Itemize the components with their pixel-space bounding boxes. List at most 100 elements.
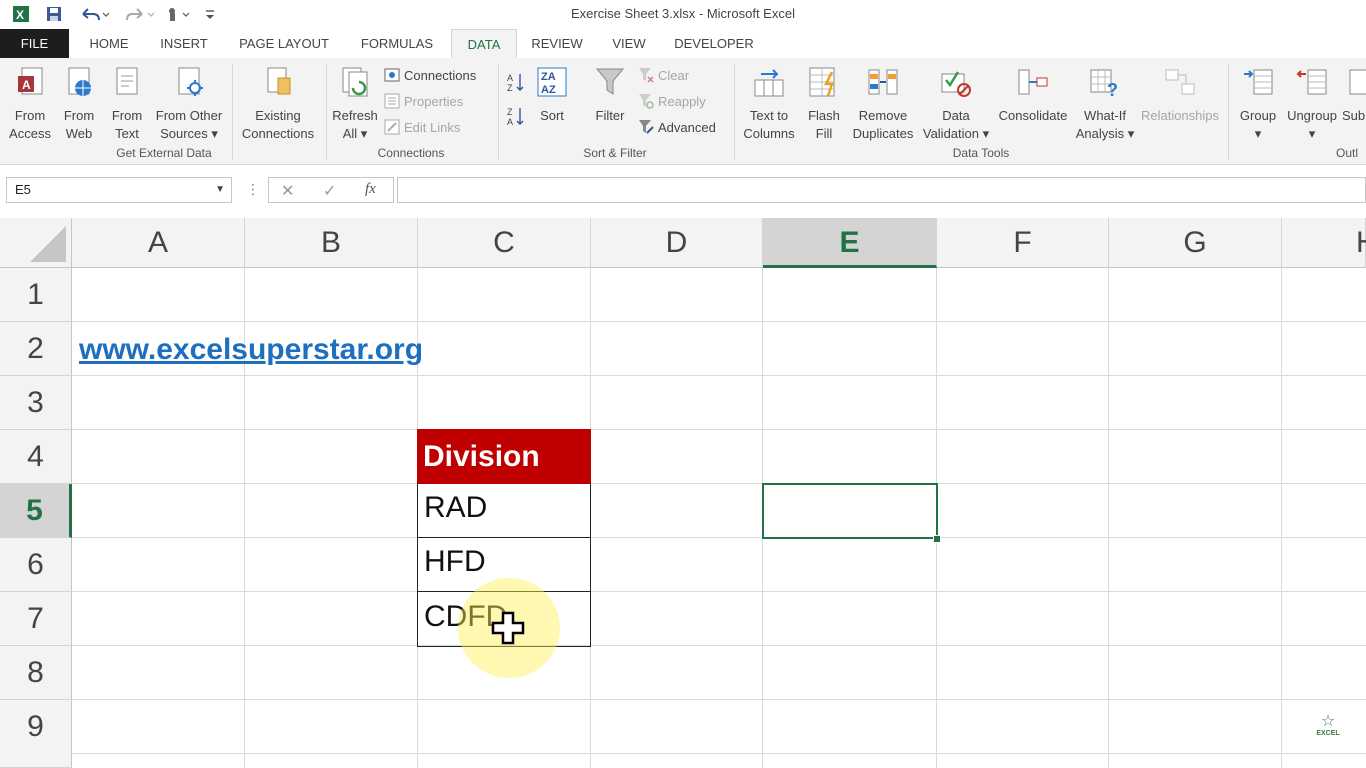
cell-c5[interactable]: RAD: [417, 483, 591, 538]
cell-a2-hyperlink[interactable]: www.excelsuperstar.org: [73, 322, 423, 375]
edit-links-button[interactable]: Edit Links: [384, 117, 460, 137]
ungroup-button[interactable]: Ungroup ▾: [1284, 66, 1340, 143]
svg-text:Z: Z: [507, 107, 513, 117]
ribbon-separator: [734, 64, 735, 160]
tab-insert[interactable]: INSERT: [150, 29, 218, 58]
advanced-filter-button[interactable]: Advanced: [638, 117, 716, 137]
column-header-g[interactable]: G: [1109, 218, 1282, 268]
gridline: [72, 375, 1366, 376]
column-header-h[interactable]: H: [1282, 218, 1366, 268]
remove-duplicates-icon: [868, 69, 898, 95]
column-header-a[interactable]: A: [72, 218, 245, 268]
subtotal-button[interactable]: Sub: [1342, 66, 1366, 125]
column-header-c[interactable]: C: [418, 218, 591, 268]
insert-function-icon[interactable]: fx: [365, 181, 376, 198]
formula-input[interactable]: [397, 177, 1366, 203]
fill-handle[interactable]: [933, 535, 941, 543]
sort-a-to-z-button[interactable]: AZ: [506, 72, 526, 93]
tab-developer[interactable]: DEVELOPER: [666, 29, 762, 58]
from-access-button[interactable]: A From Access: [6, 66, 54, 143]
enter-check-icon[interactable]: ✓: [323, 181, 336, 201]
reapply-filter-button[interactable]: Reapply: [638, 91, 706, 111]
gridline: [72, 645, 1366, 646]
svg-text:A: A: [507, 73, 513, 83]
advanced-filter-icon: [639, 120, 654, 134]
data-validation-icon: [941, 71, 971, 97]
what-if-icon: ?: [1090, 69, 1118, 100]
ribbon-separator: [1228, 64, 1229, 160]
ribbon-tabs: FILE HOME INSERT PAGE LAYOUT FORMULAS DA…: [0, 29, 1366, 60]
row-header-5[interactable]: 5: [0, 484, 72, 538]
data-validation-button[interactable]: Data Validation ▾: [920, 66, 992, 143]
sort-z-to-a-button[interactable]: ZA: [506, 106, 526, 127]
selected-cell-e5[interactable]: [762, 483, 938, 539]
connections-button[interactable]: Connections: [384, 65, 476, 85]
row-header-7[interactable]: 7: [0, 592, 72, 646]
gridline: [72, 591, 1366, 592]
what-if-analysis-button[interactable]: ? What-If Analysis ▾: [1072, 66, 1138, 143]
window-title: Exercise Sheet 3.xlsx - Microsoft Excel: [571, 6, 795, 21]
tab-view[interactable]: VIEW: [602, 29, 656, 58]
tab-data[interactable]: DATA: [451, 29, 517, 60]
clear-filter-button[interactable]: Clear: [638, 65, 689, 85]
gridline: [1108, 268, 1109, 768]
row-header-8[interactable]: 8: [0, 646, 72, 700]
column-header-e[interactable]: E: [763, 218, 937, 268]
relationships-icon: [1165, 69, 1195, 95]
properties-icon: [384, 93, 400, 109]
formula-buttons: ✕ ✓ fx: [268, 177, 394, 203]
sort-icon: ZAAZ: [537, 67, 567, 97]
row-header-1[interactable]: 1: [0, 268, 72, 322]
cell-c4-header[interactable]: Division: [417, 429, 591, 484]
ribbon: A From Access From Web From Text From Ot…: [0, 58, 1366, 165]
svg-text:A: A: [507, 117, 513, 127]
group-button[interactable]: Group ▾: [1234, 66, 1282, 143]
tab-review[interactable]: REVIEW: [524, 29, 590, 58]
group-label-data-tools: Data Tools: [952, 146, 1010, 160]
from-text-button[interactable]: From Text: [104, 66, 150, 143]
tab-home[interactable]: HOME: [76, 29, 142, 58]
svg-text:Z: Z: [507, 83, 513, 93]
column-header-f[interactable]: F: [937, 218, 1109, 268]
row-header-2[interactable]: 2: [0, 322, 72, 376]
group-label-outline: Outl: [1336, 146, 1359, 160]
tab-formulas[interactable]: FORMULAS: [350, 29, 444, 58]
remove-duplicates-button[interactable]: Remove Duplicates: [848, 66, 918, 143]
row-header-4[interactable]: 4: [0, 430, 72, 484]
column-header-b[interactable]: B: [245, 218, 418, 268]
refresh-all-button[interactable]: Refresh All ▾: [330, 66, 380, 143]
formula-bar: E5 ▼ ⋮ ✕ ✓ fx: [0, 165, 1366, 217]
group-label-get-external-data: Get External Data: [116, 146, 212, 160]
edit-links-icon: [384, 119, 400, 135]
column-header-d[interactable]: D: [591, 218, 763, 268]
excel-superstar-logo: ☆ EXCEL: [1308, 714, 1348, 738]
tab-file[interactable]: FILE: [0, 29, 69, 58]
row-header-9[interactable]: 9: [0, 700, 72, 768]
sort-button[interactable]: ZA AZ Sort: [532, 66, 572, 125]
name-box[interactable]: E5 ▼: [6, 177, 232, 203]
flash-fill-icon: [809, 67, 835, 97]
consolidate-button[interactable]: Consolidate: [994, 66, 1072, 125]
cancel-icon[interactable]: ✕: [281, 181, 294, 201]
filter-button[interactable]: Filter: [588, 66, 632, 125]
name-box-dropdown-icon[interactable]: ▼: [215, 178, 225, 202]
filter-funnel-icon: [595, 68, 625, 95]
sort-descending-icon: ZA: [507, 107, 524, 127]
tab-page-layout[interactable]: PAGE LAYOUT: [228, 29, 340, 58]
row-header-6[interactable]: 6: [0, 538, 72, 592]
flash-fill-button[interactable]: Flash Fill: [804, 66, 844, 143]
text-to-columns-button[interactable]: Text to Columns: [738, 66, 800, 143]
relationships-button[interactable]: Relationships: [1138, 66, 1222, 125]
existing-connections-button[interactable]: Existing Connections: [236, 66, 320, 143]
gridline: [72, 483, 1366, 484]
from-web-button[interactable]: From Web: [56, 66, 102, 143]
select-all-button[interactable]: [0, 218, 72, 268]
select-all-triangle-icon: [30, 226, 66, 262]
refresh-icon: [342, 67, 368, 97]
ribbon-separator: [326, 64, 327, 160]
text-file-icon: [116, 67, 138, 95]
row-header-3[interactable]: 3: [0, 376, 72, 430]
group-label-connections: Connections: [377, 146, 445, 160]
from-other-sources-button[interactable]: From Other Sources ▾: [152, 66, 226, 143]
properties-button[interactable]: Properties: [384, 91, 463, 111]
